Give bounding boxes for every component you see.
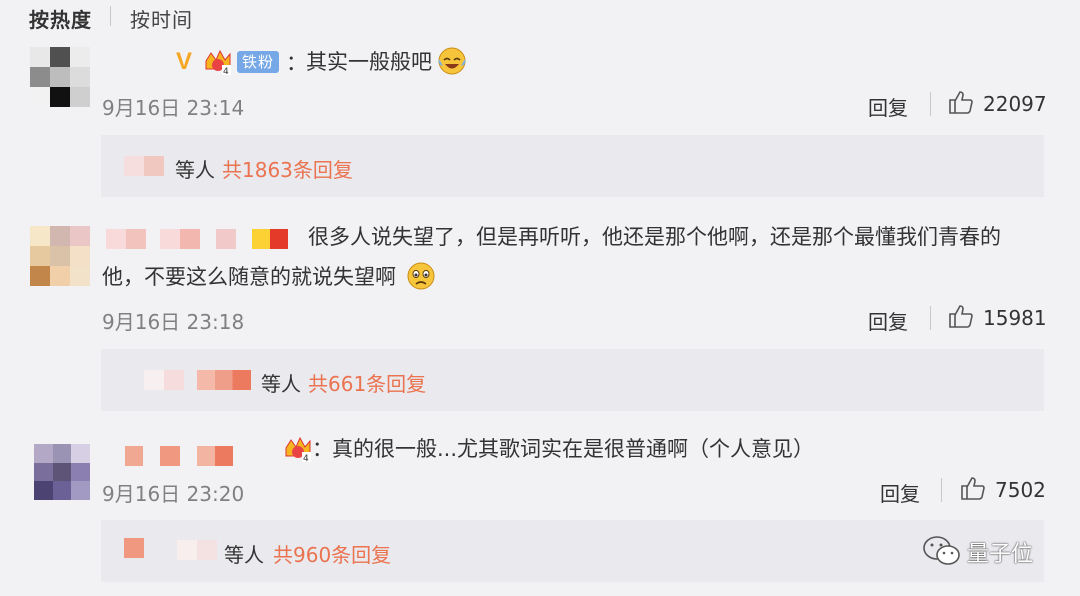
blurred-username <box>197 370 251 390</box>
reply-button[interactable]: 回复 <box>868 306 908 335</box>
divider <box>110 6 111 26</box>
sad-face-emoji-icon <box>407 262 435 290</box>
sort-bar: 按热度 按时间 <box>0 0 1080 34</box>
comment-text: 真的很一般...尤其歌词实在是很普通啊（个人意见） <box>332 437 815 461</box>
blurred-username <box>160 229 200 249</box>
reply-button[interactable]: 回复 <box>880 478 920 507</box>
fan-crown-icon: 4 <box>205 49 231 77</box>
fan-crown-icon: 4 <box>285 436 311 464</box>
reply-button[interactable]: 回复 <box>868 92 908 121</box>
avatar[interactable] <box>34 444 90 500</box>
blurred-username <box>144 370 184 390</box>
comment-text: 很多人说失望了，但是再听听，他还是那个他啊，还是那个最懂我们青春的 <box>308 225 1001 249</box>
sort-by-hot-tab[interactable]: 按热度 <box>29 4 92 33</box>
svg-text:4: 4 <box>303 454 309 464</box>
blurred-username <box>177 540 217 560</box>
blurred-username <box>216 229 236 249</box>
divider <box>930 306 931 330</box>
replies-others-label: 等人 <box>261 372 301 396</box>
laughing-tears-emoji-icon <box>438 47 466 75</box>
comment-time: 9月16日 23:20 <box>102 482 245 506</box>
comment-text-continued: 他，不要这么随意的就说失望啊 <box>102 265 396 289</box>
replies-preview[interactable]: 等人 共1863条回复 <box>101 135 1044 197</box>
comment-text: 其实一般般吧 <box>306 50 432 74</box>
like-count: 7502 <box>995 478 1046 502</box>
view-replies-link[interactable]: 共960条回复 <box>273 539 391 568</box>
blurred-username <box>197 446 233 466</box>
replies-preview[interactable]: 等人 共960条回复 <box>101 520 1044 582</box>
divider <box>930 92 931 116</box>
blurred-username <box>124 156 164 176</box>
like-count: 15981 <box>983 306 1047 330</box>
watermark-text: 量子位 <box>967 542 1034 567</box>
blurred-username <box>125 446 143 466</box>
avatar[interactable] <box>30 47 90 107</box>
replies-others-label: 等人 <box>175 158 215 182</box>
colon: ： <box>286 51 307 75</box>
replies-others-label: 等人 <box>224 543 264 567</box>
blurred-username <box>160 446 180 466</box>
blurred-username <box>106 229 146 249</box>
verified-v-icon: V <box>176 48 193 75</box>
view-replies-link[interactable]: 共1863条回复 <box>222 154 353 183</box>
colon: ： <box>312 437 333 461</box>
iron-fan-badge: 铁粉 <box>237 51 280 73</box>
svg-text:4: 4 <box>223 67 229 77</box>
avatar[interactable] <box>30 226 90 286</box>
thumbs-up-icon[interactable] <box>948 303 974 329</box>
comment-time: 9月16日 23:18 <box>102 310 245 334</box>
user-medal-icon <box>252 229 288 249</box>
thumbs-up-icon[interactable] <box>948 89 974 115</box>
like-count: 22097 <box>983 92 1047 116</box>
wechat-logo-icon <box>923 536 960 565</box>
comment-time: 9月16日 23:14 <box>102 96 245 120</box>
thumbs-up-icon[interactable] <box>960 475 986 501</box>
blurred-username <box>124 538 144 558</box>
replies-preview[interactable]: 等人 共661条回复 <box>101 349 1044 411</box>
view-replies-link[interactable]: 共661条回复 <box>308 368 426 397</box>
divider <box>941 478 942 502</box>
sort-by-time-tab[interactable]: 按时间 <box>130 4 193 33</box>
